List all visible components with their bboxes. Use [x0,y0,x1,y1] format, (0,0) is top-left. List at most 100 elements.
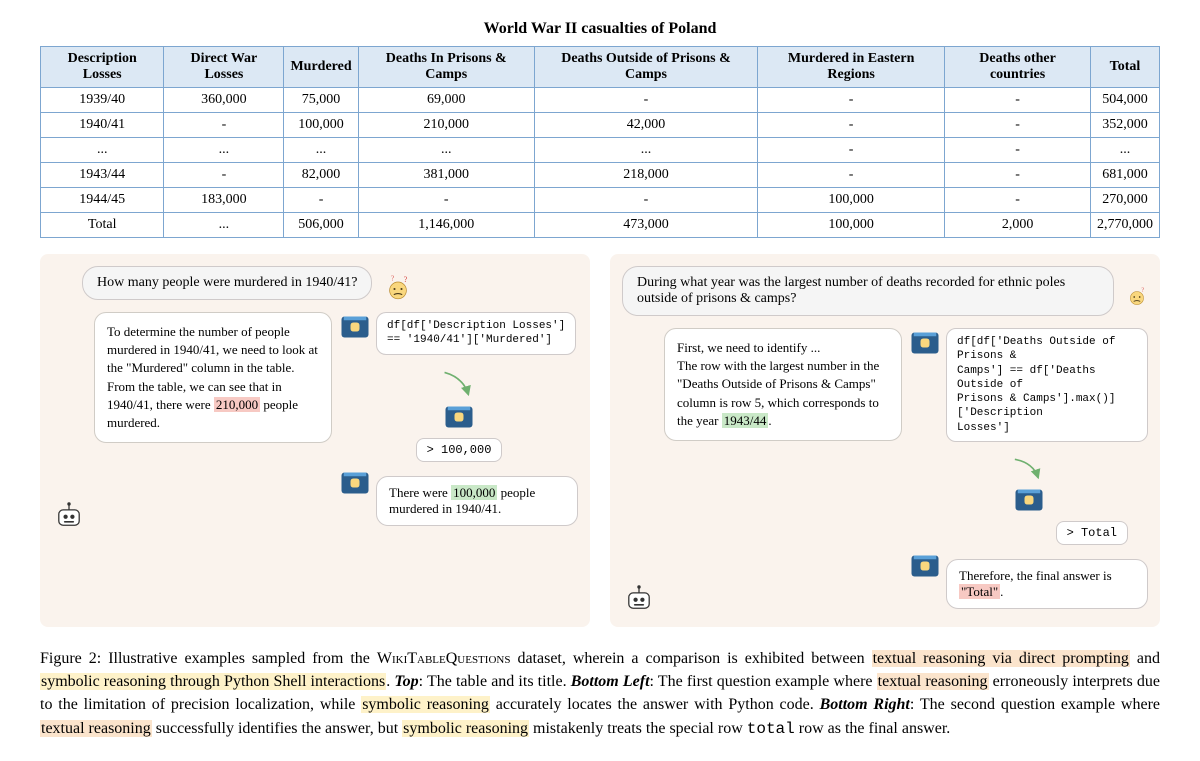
dataset-name: WikiTableQuestions [377,650,511,667]
table-cell: - [758,88,945,113]
table-cell: 183,000 [164,188,284,213]
output-bubble-2: > Total [1056,521,1128,545]
table-cell: - [945,188,1091,213]
table-cell: - [945,163,1091,188]
table-header: Deaths In Prisons & Camps [358,47,534,88]
question-bubble-2: During what year was the largest number … [622,266,1114,316]
table-cell: - [164,113,284,138]
table-cell: 504,000 [1090,88,1159,113]
code-token: total [747,720,795,738]
table-cell: - [164,163,284,188]
table-cell: ... [164,213,284,238]
table-header: Deaths Outside of Prisons & Camps [534,47,757,88]
symbolic-answer-2: Therefore, the final answer is "Total". [946,559,1148,609]
thinking-face-icon: ? [1126,283,1148,311]
textual-reasoning-bubble-1: To determine the number of people murder… [94,312,332,443]
table-header: Description Losses [41,47,164,88]
arrow-down-icon [437,369,481,403]
table-cell: 1939/40 [41,88,164,113]
table-cell: ... [164,138,284,163]
robot-icon [622,581,656,615]
textual-reasoning-bubble-2: First, we need to identify ... The row w… [664,328,902,441]
table-cell: ... [534,138,757,163]
table-title: World War II casualties of Poland [40,20,1160,38]
table-cell: 1944/45 [41,188,164,213]
table-cell: - [945,113,1091,138]
textual-reasoning-phrase: textual reasoning via direct prompting [872,650,1130,667]
table-cell: 2,000 [945,213,1091,238]
table-cell: - [758,113,945,138]
table-cell: 100,000 [758,213,945,238]
table-row: 1940/41-100,000210,00042,000--352,000 [41,113,1160,138]
robot-icon [52,498,86,532]
wrong-value-highlight: 210,000 [214,397,260,412]
svg-text:?: ? [391,275,394,283]
code-bubble-1: df[df['Description Losses'] == '1940/41'… [376,312,576,355]
table-cell: ... [41,138,164,163]
table-cell: 681,000 [1090,163,1159,188]
python-icon [340,468,370,498]
table-cell: - [284,188,358,213]
table-row: Total...506,0001,146,000473,000100,0002,… [41,213,1160,238]
correct-value-highlight: 100,000 [451,485,497,500]
textual-reasoning-phrase: textual reasoning [877,673,989,690]
symbolic-answer-1: There were 100,000 people murdered in 19… [376,476,578,526]
table-cell: 1943/44 [41,163,164,188]
table-cell: 506,000 [284,213,358,238]
table-row: 1943/44-82,000381,000218,000--681,000 [41,163,1160,188]
textual-reasoning-phrase: textual reasoning [40,720,152,737]
table-cell: - [945,88,1091,113]
table-cell: - [534,88,757,113]
table-cell: 210,000 [358,113,534,138]
table-header: Direct War Losses [164,47,284,88]
table-cell: 42,000 [534,113,757,138]
table-header: Murdered [284,47,358,88]
table-cell: 100,000 [284,113,358,138]
table-cell: 82,000 [284,163,358,188]
example-left: How many people were murdered in 1940/41… [40,254,590,627]
examples-row: How many people were murdered in 1940/41… [40,254,1160,627]
table-cell: Total [41,213,164,238]
table-cell: 381,000 [358,163,534,188]
table-cell: 473,000 [534,213,757,238]
example-right: During what year was the largest number … [610,254,1160,627]
arrow-down-icon [1007,456,1051,486]
code-bubble-2: df[df['Deaths Outside of Prisons & Camps… [946,328,1148,442]
wrong-value-highlight: "Total" [959,584,1000,599]
table-row: 1939/40360,00075,00069,000---504,000 [41,88,1160,113]
symbolic-reasoning-phrase: symbolic reasoning [402,720,529,737]
table-cell: - [945,138,1091,163]
table-cell: 100,000 [758,188,945,213]
table-cell: 360,000 [164,88,284,113]
table-header: Deaths other countries [945,47,1091,88]
casualties-table: Description LossesDirect War LossesMurde… [40,46,1160,238]
symbolic-reasoning-phrase: symbolic reasoning [361,696,490,713]
thinking-face-icon: ?? [384,275,412,303]
table-cell: ... [284,138,358,163]
table-row: 1944/45183,000---100,000-270,000 [41,188,1160,213]
table-cell: 69,000 [358,88,534,113]
table-cell: - [758,163,945,188]
table-cell: 1,146,000 [358,213,534,238]
table-cell: 218,000 [534,163,757,188]
figure-caption: Figure 2: Illustrative examples sampled … [40,647,1160,741]
table-cell: - [534,188,757,213]
python-icon [910,328,940,358]
table-cell: 75,000 [284,88,358,113]
table-cell: ... [358,138,534,163]
table-cell: - [358,188,534,213]
table-header: Total [1090,47,1159,88]
output-bubble-1: > 100,000 [416,438,503,462]
python-icon [444,402,474,432]
question-bubble-1: How many people were murdered in 1940/41… [82,266,372,300]
python-icon [1014,485,1044,515]
table-cell: ... [1090,138,1159,163]
python-icon [910,551,940,581]
table-row: ...............--... [41,138,1160,163]
svg-text:?: ? [1141,287,1144,294]
table-header: Murdered in Eastern Regions [758,47,945,88]
table-cell: 1940/41 [41,113,164,138]
table-cell: 2,770,000 [1090,213,1159,238]
svg-text:?: ? [404,275,408,284]
python-icon [340,312,370,342]
